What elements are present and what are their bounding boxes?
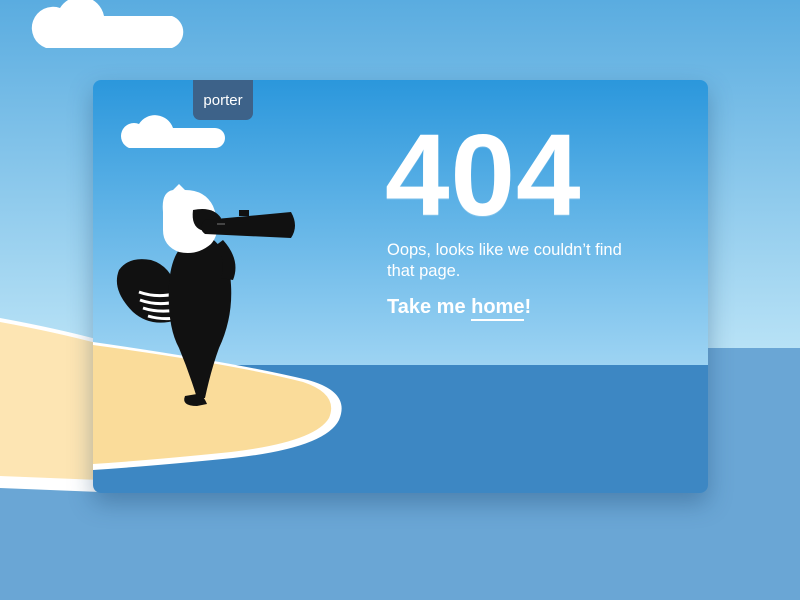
error-code-heading: 404 [385, 110, 582, 240]
home-cta: Take me home! [387, 296, 532, 321]
brand-logo-tab[interactable]: porter [193, 80, 253, 120]
home-link[interactable]: home [471, 296, 525, 321]
cta-suffix: ! [524, 296, 532, 318]
cta-prefix: Take me [387, 296, 472, 318]
not-found-page: porter 404 Oops, looks like we couldn’t … [0, 0, 800, 600]
background-island [0, 318, 100, 492]
error-card: porter 404 Oops, looks like we couldn’t … [93, 80, 708, 493]
error-message: Oops, looks like we couldn’t find that p… [387, 241, 622, 280]
